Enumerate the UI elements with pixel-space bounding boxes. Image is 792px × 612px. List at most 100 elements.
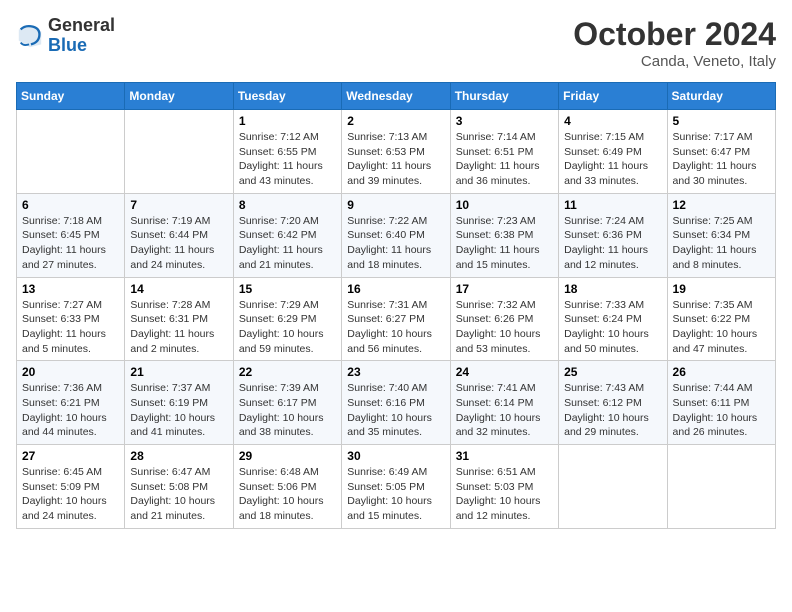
calendar-week-row: 1 Sunrise: 7:12 AM Sunset: 6:55 PM Daylig… <box>17 110 776 194</box>
cell-info: Sunrise: 7:39 AM Sunset: 6:17 PM Dayligh… <box>239 381 336 440</box>
cell-info: Sunrise: 7:15 AM Sunset: 6:49 PM Dayligh… <box>564 130 661 189</box>
day-number: 12 <box>673 198 770 212</box>
cell-info: Sunrise: 7:27 AM Sunset: 6:33 PM Dayligh… <box>22 298 119 357</box>
cell-info: Sunrise: 7:14 AM Sunset: 6:51 PM Dayligh… <box>456 130 553 189</box>
cell-info: Sunrise: 7:41 AM Sunset: 6:14 PM Dayligh… <box>456 381 553 440</box>
day-number: 17 <box>456 282 553 296</box>
cell-info: Sunrise: 6:45 AM Sunset: 5:09 PM Dayligh… <box>22 465 119 524</box>
cell-info: Sunrise: 7:20 AM Sunset: 6:42 PM Dayligh… <box>239 214 336 273</box>
calendar-cell: 7Sunrise: 7:19 AM Sunset: 6:44 PM Daylig… <box>125 193 233 277</box>
calendar-cell: 3 Sunrise: 7:14 AM Sunset: 6:51 PM Daylig… <box>450 110 558 194</box>
cell-info: Sunrise: 7:33 AM Sunset: 6:24 PM Dayligh… <box>564 298 661 357</box>
weekday-header: Tuesday <box>233 83 341 110</box>
day-number: 29 <box>239 449 336 463</box>
day-number: 14 <box>130 282 227 296</box>
day-number: 5 <box>673 114 770 128</box>
cell-info: Sunrise: 7:12 AM Sunset: 6:55 PM Dayligh… <box>239 130 336 189</box>
day-number: 22 <box>239 365 336 379</box>
logo-blue: Blue <box>48 36 115 56</box>
calendar-cell: 17 Sunrise: 7:32 AM Sunset: 6:26 PM Dayli… <box>450 277 558 361</box>
cell-info: Sunrise: 7:32 AM Sunset: 6:26 PM Dayligh… <box>456 298 553 357</box>
cell-info: Sunrise: 7:29 AM Sunset: 6:29 PM Dayligh… <box>239 298 336 357</box>
calendar-cell: 22 Sunrise: 7:39 AM Sunset: 6:17 PM Dayli… <box>233 361 341 445</box>
day-number: 24 <box>456 365 553 379</box>
calendar-cell: 12 Sunrise: 7:25 AM Sunset: 6:34 PM Dayli… <box>667 193 775 277</box>
day-number: 9 <box>347 198 444 212</box>
cell-info: Sunrise: 7:25 AM Sunset: 6:34 PM Dayligh… <box>673 214 770 273</box>
calendar-cell: 28 Sunrise: 6:47 AM Sunset: 5:08 PM Dayli… <box>125 445 233 529</box>
cell-info: Sunrise: 7:31 AM Sunset: 6:27 PM Dayligh… <box>347 298 444 357</box>
cell-info: Sunrise: 7:22 AM Sunset: 6:40 PM Dayligh… <box>347 214 444 273</box>
calendar-cell: 11 Sunrise: 7:24 AM Sunset: 6:36 PM Dayli… <box>559 193 667 277</box>
month-title: October 2024 <box>573 16 776 53</box>
calendar-cell <box>667 445 775 529</box>
day-number: 28 <box>130 449 227 463</box>
cell-info: Sunrise: 7:19 AM Sunset: 6:44 PM Dayligh… <box>130 214 227 273</box>
day-number: 19 <box>673 282 770 296</box>
calendar-week-row: 13 Sunrise: 7:27 AM Sunset: 6:33 PM Dayli… <box>17 277 776 361</box>
cell-info: Sunrise: 7:35 AM Sunset: 6:22 PM Dayligh… <box>673 298 770 357</box>
day-number: 20 <box>22 365 119 379</box>
day-number: 6 <box>22 198 119 212</box>
day-number: 1 <box>239 114 336 128</box>
cell-info: Sunrise: 7:44 AM Sunset: 6:11 PM Dayligh… <box>673 381 770 440</box>
calendar-cell: 13 Sunrise: 7:27 AM Sunset: 6:33 PM Dayli… <box>17 277 125 361</box>
calendar-cell: 24 Sunrise: 7:41 AM Sunset: 6:14 PM Dayli… <box>450 361 558 445</box>
calendar-cell: 31Sunrise: 6:51 AM Sunset: 5:03 PM Dayli… <box>450 445 558 529</box>
day-number: 21 <box>130 365 227 379</box>
day-number: 23 <box>347 365 444 379</box>
weekday-header: Saturday <box>667 83 775 110</box>
title-section: October 2024 Canda, Veneto, Italy <box>573 16 776 70</box>
cell-info: Sunrise: 7:36 AM Sunset: 6:21 PM Dayligh… <box>22 381 119 440</box>
cell-info: Sunrise: 6:51 AM Sunset: 5:03 PM Dayligh… <box>456 465 553 524</box>
day-number: 30 <box>347 449 444 463</box>
weekday-header: Thursday <box>450 83 558 110</box>
weekday-header: Wednesday <box>342 83 450 110</box>
page-header: General Blue October 2024 Canda, Veneto,… <box>16 16 776 70</box>
cell-info: Sunrise: 7:13 AM Sunset: 6:53 PM Dayligh… <box>347 130 444 189</box>
calendar-cell: 9 Sunrise: 7:22 AM Sunset: 6:40 PM Daylig… <box>342 193 450 277</box>
calendar-cell: 30 Sunrise: 6:49 AM Sunset: 5:05 PM Dayli… <box>342 445 450 529</box>
calendar-cell: 19 Sunrise: 7:35 AM Sunset: 6:22 PM Dayli… <box>667 277 775 361</box>
calendar-cell: 1 Sunrise: 7:12 AM Sunset: 6:55 PM Daylig… <box>233 110 341 194</box>
day-number: 15 <box>239 282 336 296</box>
weekday-header-row: SundayMondayTuesdayWednesdayThursdayFrid… <box>17 83 776 110</box>
day-number: 27 <box>22 449 119 463</box>
day-number: 25 <box>564 365 661 379</box>
day-number: 26 <box>673 365 770 379</box>
calendar-cell: 29Sunrise: 6:48 AM Sunset: 5:06 PM Dayli… <box>233 445 341 529</box>
calendar-cell: 6 Sunrise: 7:18 AM Sunset: 6:45 PM Daylig… <box>17 193 125 277</box>
calendar-cell: 2 Sunrise: 7:13 AM Sunset: 6:53 PM Daylig… <box>342 110 450 194</box>
logo: General Blue <box>16 16 115 56</box>
calendar-week-row: 27 Sunrise: 6:45 AM Sunset: 5:09 PM Dayli… <box>17 445 776 529</box>
calendar-cell: 23Sunrise: 7:40 AM Sunset: 6:16 PM Dayli… <box>342 361 450 445</box>
calendar-cell: 18 Sunrise: 7:33 AM Sunset: 6:24 PM Dayli… <box>559 277 667 361</box>
cell-info: Sunrise: 7:18 AM Sunset: 6:45 PM Dayligh… <box>22 214 119 273</box>
calendar-week-row: 6 Sunrise: 7:18 AM Sunset: 6:45 PM Daylig… <box>17 193 776 277</box>
cell-info: Sunrise: 6:49 AM Sunset: 5:05 PM Dayligh… <box>347 465 444 524</box>
day-number: 10 <box>456 198 553 212</box>
calendar: SundayMondayTuesdayWednesdayThursdayFrid… <box>16 82 776 529</box>
logo-icon <box>16 22 44 50</box>
location: Canda, Veneto, Italy <box>573 53 776 70</box>
calendar-cell: 27 Sunrise: 6:45 AM Sunset: 5:09 PM Dayli… <box>17 445 125 529</box>
calendar-cell: 14Sunrise: 7:28 AM Sunset: 6:31 PM Dayli… <box>125 277 233 361</box>
day-number: 13 <box>22 282 119 296</box>
day-number: 3 <box>456 114 553 128</box>
calendar-cell: 4 Sunrise: 7:15 AM Sunset: 6:49 PM Daylig… <box>559 110 667 194</box>
day-number: 4 <box>564 114 661 128</box>
weekday-header: Sunday <box>17 83 125 110</box>
day-number: 11 <box>564 198 661 212</box>
calendar-cell: 15 Sunrise: 7:29 AM Sunset: 6:29 PM Dayli… <box>233 277 341 361</box>
day-number: 16 <box>347 282 444 296</box>
day-number: 18 <box>564 282 661 296</box>
cell-info: Sunrise: 7:24 AM Sunset: 6:36 PM Dayligh… <box>564 214 661 273</box>
calendar-cell: 21Sunrise: 7:37 AM Sunset: 6:19 PM Dayli… <box>125 361 233 445</box>
day-number: 2 <box>347 114 444 128</box>
calendar-cell: 20 Sunrise: 7:36 AM Sunset: 6:21 PM Dayli… <box>17 361 125 445</box>
day-number: 8 <box>239 198 336 212</box>
cell-info: Sunrise: 6:47 AM Sunset: 5:08 PM Dayligh… <box>130 465 227 524</box>
logo-general: General <box>48 16 115 36</box>
calendar-cell: 16 Sunrise: 7:31 AM Sunset: 6:27 PM Dayli… <box>342 277 450 361</box>
weekday-header: Monday <box>125 83 233 110</box>
